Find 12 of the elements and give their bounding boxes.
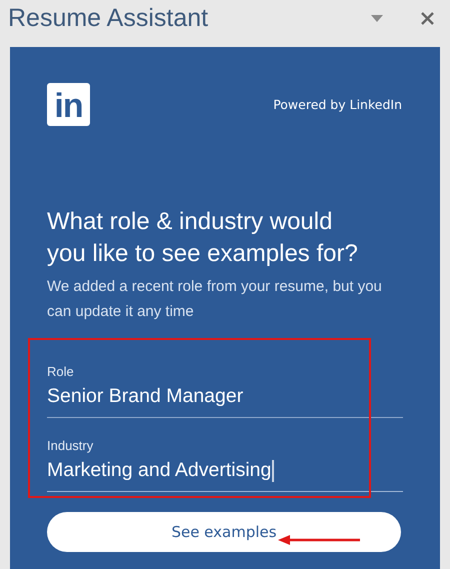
field-label: Role — [47, 364, 75, 379]
description: We added a recent role from your resume, but you can update it any time — [47, 277, 383, 322]
field-label: Industry — [47, 438, 94, 453]
heading: What role & industry would you like to see examples for? — [47, 207, 359, 269]
powered-by-text: Powered by LinkedIn — [273, 97, 402, 112]
logo: in — [47, 83, 90, 126]
see-examples-button[interactable]: See examples — [47, 512, 401, 552]
dropdown-caret-icon[interactable] — [371, 15, 383, 22]
input-field[interactable]: Senior Brand Manager — [47, 379, 403, 418]
input-field[interactable]: Marketing and Advertising — [47, 453, 403, 492]
close-icon[interactable] — [421, 12, 434, 25]
pane-title: Resume Assistant — [8, 4, 210, 33]
